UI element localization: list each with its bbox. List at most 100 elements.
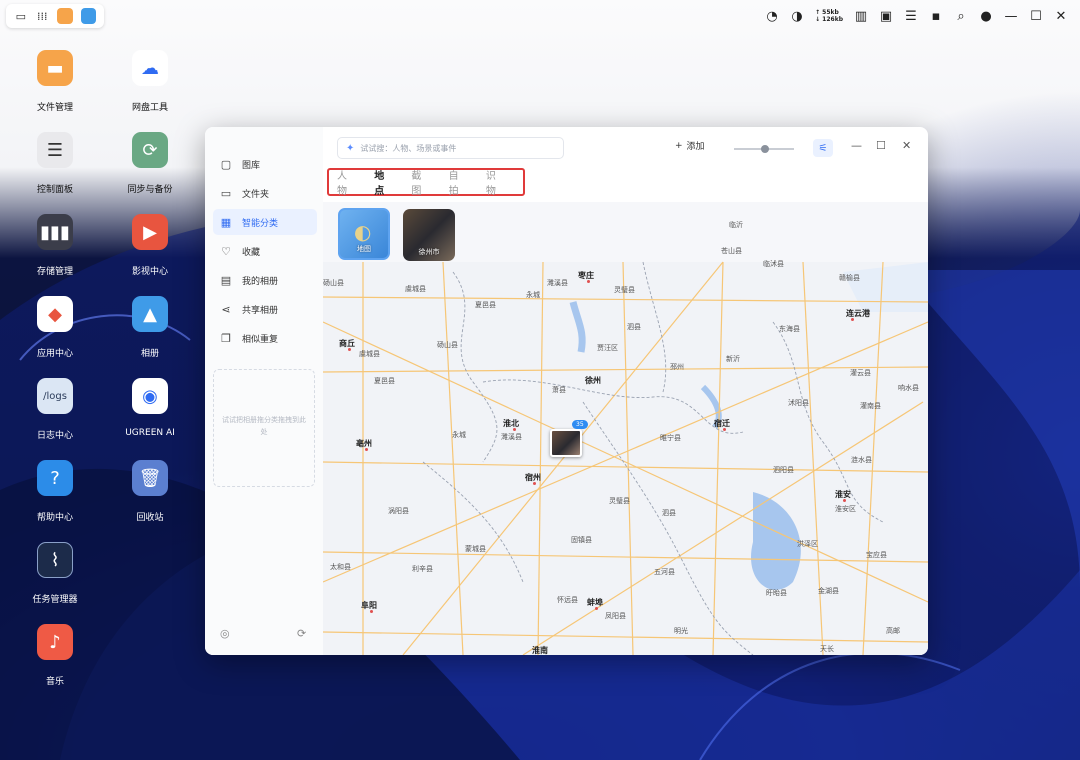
globe-icon: ◐ [354,220,372,244]
refresh-icon[interactable]: ⟳ [297,627,306,640]
sidebar-item-gallery[interactable]: ▢ 图库 [213,151,317,177]
tasks-icon[interactable]: ☰ [904,9,918,24]
app-grid-icon[interactable]: ⁞⁞⁞ [36,10,50,23]
sidebar-item-label: 共享相册 [242,305,279,316]
ram-gauge-icon[interactable]: ◑ [790,9,804,24]
storage-icon: ▮▮▮ [37,214,73,250]
photos-taskbar-icon[interactable] [80,8,96,24]
map-label-guannan: 灌南县 [860,402,881,410]
zoom-slider[interactable] [734,145,794,153]
task-manager-icon: ⌇ [37,542,73,578]
desktop-icon-task-manager[interactable]: ⌇ 任务管理器 [15,542,95,605]
desktop-icon-music[interactable]: ♪ 音乐 [15,624,95,687]
desktop-icon-video[interactable]: ▶ 影视中心 [110,214,190,277]
desktop-icon-label: 文件管理 [36,103,73,113]
window-minimize-icon[interactable]: — [851,139,862,152]
tab-selfies[interactable]: 自拍 [449,167,467,197]
map-label-zaozhuang: 枣庄 [578,271,594,280]
map-view[interactable]: ◐ 地图 徐州市 35 临沂 苍山县 临沭县 赣榆县 连云港 东海县 灌云县 灌… [323,202,928,655]
photo-location-pin[interactable]: 35 [550,420,588,457]
close-icon[interactable]: ✕ [1054,9,1068,24]
sync-icon: ⟳ [132,132,168,168]
widgets-icon[interactable]: ▥ [854,9,868,24]
map-label-jiawang: 贾汪区 [597,344,618,352]
sparkle-icon: ✦ [346,142,355,154]
tab-places[interactable]: 地点 [374,167,392,197]
message-icon[interactable]: ▪ [929,9,943,24]
photo-icon: ▲ [132,296,168,332]
search-input[interactable]: ✦ 试试搜：人物、场景或事件 [337,137,564,159]
map-label-fuyang: 阜阳 [361,601,377,610]
monitor-icon[interactable]: ▣ [879,9,893,24]
map-label-caoxian: 砀山县 [323,279,344,287]
desktop-icon-sync-backup[interactable]: ⟳ 同步与备份 [110,132,190,195]
map-label-guoyang: 涡阳县 [388,507,409,515]
map-label-huaibei: 淮北 [503,419,519,428]
app-center-icon: ◆ [37,296,73,332]
map-label-fengxian: 夏邑县 [475,301,496,309]
sidebar-item-duplicates[interactable]: ❐ 相似重复 [213,325,317,351]
map-label-xinyi: 新沂 [726,355,740,363]
map-label-donghai: 东海县 [779,325,800,333]
sidebar-item-my-albums[interactable]: ▤ 我的相册 [213,267,317,293]
photos-window: ▢ 图库 ▭ 文件夹 ▦ 智能分类 ♡ 收藏 ▤ 我的相册 ⋖ 共享相册 ❐ 相… [205,127,928,655]
drop-zone[interactable]: 试试把相册拖分类拖拽到此处 [213,369,315,487]
sidebar-item-label: 收藏 [242,247,261,258]
desktop-icon-control-panel[interactable]: ☰ 控制面板 [15,132,95,195]
taskbar: ▭ ⁞⁞⁞ ◔ ◑ ↑ 55kb ↓ 126kb ▥ ▣ ☰ ▪ ⌕ ● — ☐… [0,0,1080,32]
search-icon[interactable]: ⌕ [954,9,968,24]
desktop-icon-photos[interactable]: ▲ 相册 [110,296,190,359]
desktop-icon-help[interactable]: ? 帮助中心 [15,460,95,523]
desktop-icon-label: 同步与备份 [127,185,173,195]
desktop-icon-label: 相册 [140,349,159,359]
desktop-icon-label: 影视中心 [131,267,168,277]
desktop-icon-label: 网盘工具 [131,103,168,113]
desktop-icon-label: 存储管理 [36,267,73,277]
tab-people[interactable]: 人物 [337,167,355,197]
taskbar-right-group: ◔ ◑ ↑ 55kb ↓ 126kb ▥ ▣ ☰ ▪ ⌕ ● — ☐ ✕ [765,6,1068,26]
desktop-icon-logs[interactable]: /logs 日志中心 [15,378,95,441]
desktop-icon-trash[interactable]: 🗑 回收站 [110,460,190,523]
zoom-slider-knob[interactable] [761,145,769,153]
map-label-weishan: 濉溪县 [547,279,568,287]
grid-icon: ▦ [220,215,232,229]
sidebar: ▢ 图库 ▭ 文件夹 ▦ 智能分类 ♡ 收藏 ▤ 我的相册 ⋖ 共享相册 ❐ 相… [205,127,323,655]
map-label-lianyungang: 连云港 [846,309,870,318]
user-icon[interactable]: ● [979,9,993,24]
desktop-icon-file-manager[interactable]: ▬ 文件管理 [15,50,95,113]
file-manager-taskbar-icon[interactable] [57,8,73,24]
desktop-icon-cloud-tools[interactable]: ☁ 网盘工具 [110,50,190,113]
map-label-tianchang: 天长 [820,645,834,653]
cpu-gauge-icon[interactable]: ◔ [765,9,779,24]
desktop-icon[interactable]: ▭ [14,10,28,23]
window-maximize-icon[interactable]: ☐ [876,139,886,152]
map-label-cangshan: 苍山县 [721,247,742,255]
album-card-map[interactable]: ◐ 地图 [338,208,390,260]
sliders-icon: ⚟ [818,142,828,154]
desktop-icon-ugreen-ai[interactable]: ◉ UGREEN AI [110,378,190,438]
sidebar-item-favorites[interactable]: ♡ 收藏 [213,238,317,264]
window-close-icon[interactable]: ✕ [902,139,911,152]
sidebar-item-smart-category[interactable]: ▦ 智能分类 [213,209,317,235]
tab-screenshots[interactable]: 截图 [411,167,429,197]
maximize-icon[interactable]: ☐ [1029,9,1043,24]
add-button[interactable]: + 添加 [675,139,705,153]
search-placeholder: 试试搜：人物、场景或事件 [360,143,457,153]
tab-objects[interactable]: 识物 [486,167,504,197]
desktop-icon-storage[interactable]: ▮▮▮ 存储管理 [15,214,95,277]
map-label-ganyu: 赣榆县 [839,274,860,282]
settings-icon[interactable]: ◎ [220,627,230,640]
filter-button[interactable]: ⚟ [813,139,833,157]
map-label-lingbi: 灵璧县 [609,497,630,505]
album-card-xuzhou[interactable]: 徐州市 [403,209,455,261]
sidebar-item-folder[interactable]: ▭ 文件夹 [213,180,317,206]
video-icon: ▶ [132,214,168,250]
map-label-dangshan: 砀山县 [437,341,458,349]
net-up-speed: ↑ 55kb [815,9,839,16]
minimize-icon[interactable]: — [1004,9,1018,24]
desktop-icon-app-center[interactable]: ◆ 应用中心 [15,296,95,359]
map-label-shuyang: 沭阳县 [788,399,809,407]
city-marker [513,428,516,431]
main-content: ✦ 试试搜：人物、场景或事件 + 添加 ⚟ — ☐ ✕ 人物 地点 截图 自拍 … [323,127,928,655]
sidebar-item-shared-albums[interactable]: ⋖ 共享相册 [213,296,317,322]
